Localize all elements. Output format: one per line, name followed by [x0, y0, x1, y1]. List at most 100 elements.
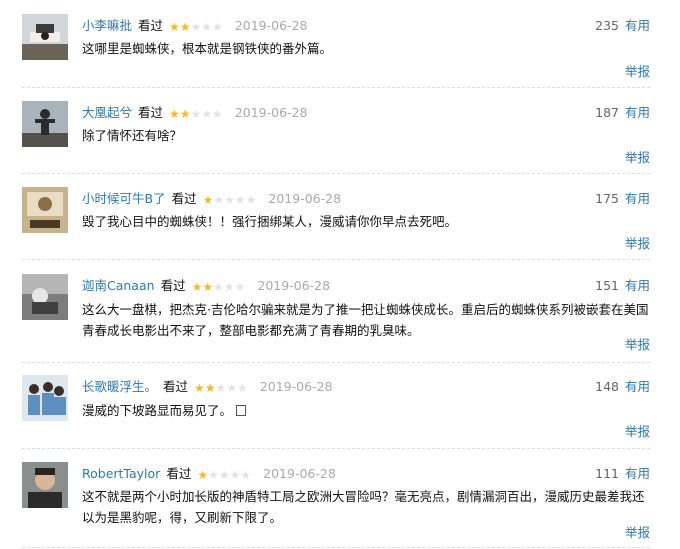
useful-button[interactable]: 有用	[625, 278, 650, 293]
vote-count: 151	[595, 278, 619, 293]
image-placeholder-icon	[236, 405, 247, 416]
star-empty-icon: ★	[226, 381, 238, 395]
rating-stars: ★★★★★	[169, 104, 223, 124]
star-filled-icon: ★	[194, 381, 205, 395]
votes: 175 有用	[595, 189, 650, 209]
comment-body: 漫威的下坡路显而易见了。	[82, 403, 233, 418]
star-empty-icon: ★	[224, 193, 235, 207]
comment-text: 毁了我心目中的蜘蛛侠！！强行捆绑某人，漫威请你你早点去死吧。	[82, 214, 458, 229]
star-empty-icon: ★	[213, 193, 225, 207]
avatar[interactable]	[22, 14, 68, 60]
star-empty-icon: ★	[201, 20, 213, 34]
watched-label: 看过	[163, 379, 189, 394]
watched-label: 看过	[166, 466, 192, 481]
star-empty-icon: ★	[190, 20, 202, 34]
votes: 235 有用	[595, 16, 650, 36]
divider	[22, 362, 650, 363]
vote-count: 148	[595, 379, 619, 394]
avatar[interactable]	[22, 274, 68, 320]
user-link[interactable]: 大凰起兮	[82, 105, 132, 120]
review-meta: 大凰起兮 看过 ★★★★★ 2019-06-28	[82, 103, 307, 123]
useful-button[interactable]: 有用	[625, 466, 650, 481]
star-empty-icon: ★	[234, 193, 246, 207]
vote-count: 187	[595, 105, 619, 120]
review-meta: 长歌暖浮生。 看过 ★★★★★ 2019-06-28	[82, 377, 332, 397]
star-empty-icon: ★	[208, 468, 219, 482]
votes: 187 有用	[595, 103, 650, 123]
star-empty-icon: ★	[229, 468, 241, 482]
vote-count: 175	[595, 191, 619, 206]
user-link[interactable]: 小时候可牛B了	[82, 191, 166, 206]
star-empty-icon: ★	[218, 468, 230, 482]
star-filled-icon: ★	[169, 20, 180, 34]
star-filled-icon: ★	[197, 468, 209, 482]
avatar[interactable]	[22, 101, 68, 147]
star-empty-icon: ★	[245, 193, 257, 207]
star-empty-icon: ★	[240, 468, 252, 482]
star-filled-icon: ★	[169, 107, 180, 121]
divider	[22, 259, 650, 260]
review-meta: 迦南Canaan 看过 ★★★★★ 2019-06-28	[82, 276, 330, 296]
report-link[interactable]: 举报	[625, 423, 650, 441]
divider	[22, 87, 650, 88]
review-date: 2019-06-28	[268, 191, 342, 206]
review-date: 2019-06-28	[234, 18, 308, 33]
star-empty-icon: ★	[237, 381, 248, 395]
star-empty-icon: ★	[201, 107, 213, 121]
review-date: 2019-06-28	[263, 466, 336, 481]
comment-text: 这么大一盘棋，把杰克·吉伦哈尔骗来就是为了推一把让蜘蛛侠成长。重启后的蜘蛛侠系列…	[82, 302, 649, 338]
report-link[interactable]: 举报	[625, 336, 650, 354]
vote-count: 111	[595, 466, 619, 481]
rating-stars: ★★★★★	[194, 378, 248, 398]
user-link[interactable]: 迦南Canaan	[82, 278, 155, 293]
report-link[interactable]: 举报	[625, 149, 650, 167]
star-empty-icon: ★	[234, 280, 246, 294]
star-filled-icon: ★	[204, 381, 216, 395]
review-date: 2019-06-28	[234, 105, 308, 120]
votes: 111 有用	[595, 464, 650, 484]
divider	[22, 448, 650, 449]
user-link[interactable]: 长歌暖浮生。	[82, 379, 157, 394]
star-empty-icon: ★	[212, 20, 223, 34]
rating-stars: ★★★★★	[169, 17, 223, 37]
divider	[22, 173, 650, 174]
comment-text: 这哪里是蜘蛛侠，根本就是钢铁侠的番外篇。	[82, 41, 333, 56]
report-link[interactable]: 举报	[625, 235, 650, 253]
avatar[interactable]	[22, 462, 68, 508]
rating-stars: ★★★★★	[203, 190, 257, 210]
star-filled-icon: ★	[179, 107, 191, 121]
star-filled-icon: ★	[202, 193, 214, 207]
review-date: 2019-06-28	[257, 278, 331, 293]
useful-button[interactable]: 有用	[625, 105, 650, 120]
star-filled-icon: ★	[179, 20, 191, 34]
rating-stars: ★★★★★	[192, 277, 246, 297]
report-link[interactable]: 举报	[625, 524, 650, 542]
user-link[interactable]: RobertTaylor	[82, 466, 160, 481]
watched-label: 看过	[160, 278, 186, 293]
avatar[interactable]	[22, 375, 68, 421]
star-empty-icon: ★	[223, 280, 235, 294]
vote-count: 235	[595, 18, 619, 33]
user-link[interactable]: 小李嘛批	[82, 18, 132, 33]
watched-label: 看过	[138, 105, 164, 120]
star-empty-icon: ★	[190, 107, 202, 121]
comment-text: 这不就是两个小时加长版的神盾特工局之欧洲大冒险吗？毫无亮点，剧情漏洞百出，漫威历…	[82, 489, 645, 525]
watched-label: 看过	[171, 191, 197, 206]
rating-stars: ★★★★★	[197, 465, 251, 485]
watched-label: 看过	[138, 18, 164, 33]
star-filled-icon: ★	[202, 280, 214, 294]
star-empty-icon: ★	[212, 107, 223, 121]
review-meta: RobertTaylor 看过 ★★★★★ 2019-06-28	[82, 464, 336, 484]
useful-button[interactable]: 有用	[625, 191, 650, 206]
comment-text: 除了情怀还有啥？	[82, 128, 183, 143]
votes: 151 有用	[595, 276, 650, 296]
divider	[22, 547, 650, 548]
star-empty-icon: ★	[213, 280, 224, 294]
useful-button[interactable]: 有用	[625, 18, 650, 33]
comment-text: 漫威的下坡路显而易见了。	[82, 400, 652, 421]
report-link[interactable]: 举报	[625, 63, 650, 81]
votes: 148 有用	[595, 377, 650, 397]
avatar[interactable]	[22, 187, 68, 233]
star-filled-icon: ★	[191, 280, 203, 294]
useful-button[interactable]: 有用	[625, 379, 650, 394]
